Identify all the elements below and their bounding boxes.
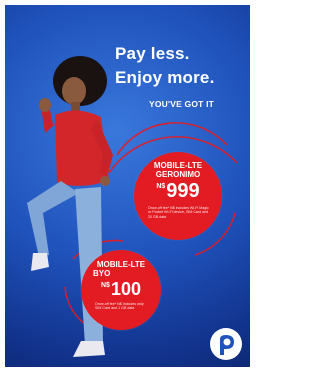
headline-line-2: Enjoy more. [115,68,215,87]
headline-line-1: Pay less. [115,44,190,63]
offer-price-value: 100 [110,279,141,299]
tagline: YOU'VE GOT IT [149,99,215,109]
offer-name-line-1: MOBILE-LTE [96,260,146,269]
offer-fine-print: Once-off fee* N$ Includes only SIM Card … [95,302,144,311]
advertisement-poster: Pay less. Enjoy more. YOU'VE GOT IT MOBI… [5,5,250,367]
offer-name-line-1: MOBILE-LTE [153,161,203,170]
offer-price: N$999 [134,181,222,201]
offer-currency: N$ [156,183,166,190]
offer-name-line-2: BYO [93,269,111,278]
offer-price-value: 999 [166,180,200,202]
offer-badge-geronimo: MOBILE-LTE GERONIMO N$999 Once-off fee* … [134,152,222,240]
offer-currency: N$ [101,282,110,289]
offer-badge-byo: MOBILE-LTE BYO N$100 Once-off fee* N$ In… [81,250,161,330]
offer-fine-print: Once-off fee* N$ includes Wi-Fi Magic or… [148,206,209,219]
offer-name-line-2: GERONIMO [155,170,201,179]
offer-price: N$100 [81,280,161,298]
paratus-p-logo-icon [210,328,242,360]
